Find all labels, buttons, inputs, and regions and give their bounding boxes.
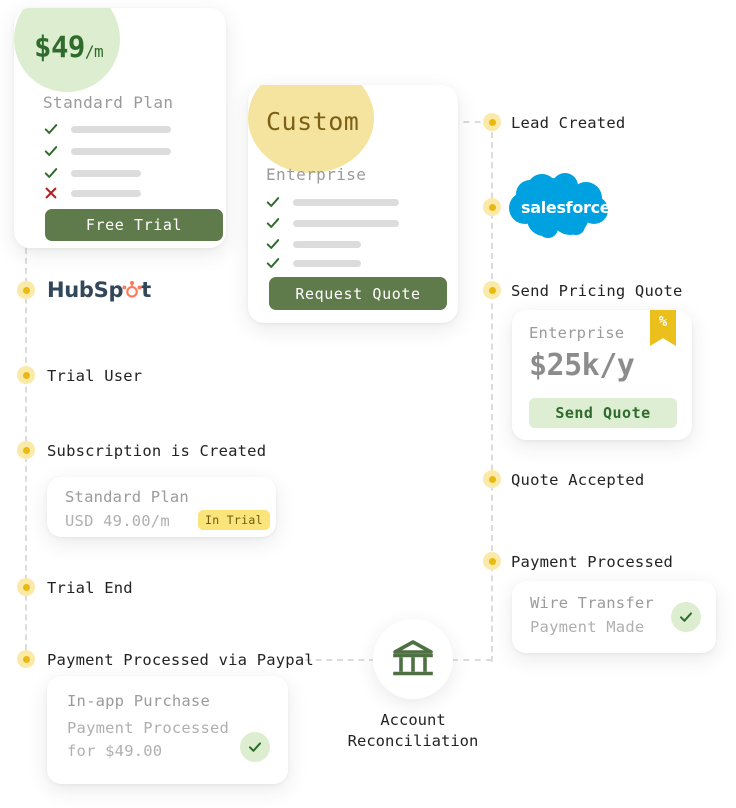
connector-paypal-to-bank [305,659,375,661]
custom-label: Custom [266,107,360,136]
step-label-send-pricing-quote: Send Pricing Quote [511,282,683,300]
check-icon [266,239,280,249]
purchase-line2: for $49.00 [67,742,163,760]
feature-bar [293,198,399,206]
salesforce-logo: salesforce [508,172,612,240]
feature-row [266,216,399,230]
step-label-lead-created: Lead Created [511,114,626,132]
account-reconciliation-line1: Account [380,711,446,729]
purchase-line1: Payment Processed [67,719,230,737]
subscription-plan-name: Standard Plan [65,488,189,506]
check-icon [680,612,692,622]
check-icon [44,124,58,134]
hubspot-logo: HubSp t [47,278,151,302]
send-quote-button[interactable]: Send Quote [529,398,677,428]
quote-plan-name: Enterprise [529,324,625,342]
check-icon [249,742,261,752]
check-icon [44,146,58,156]
timeline-dot-trial-user[interactable] [17,366,35,384]
timeline-dot-trial-end[interactable] [17,578,35,596]
timeline-dot-quote-accepted[interactable] [483,470,501,488]
account-reconciliation-node[interactable] [373,619,453,699]
timeline-dot-payment-paypal[interactable] [17,650,35,668]
feature-bar [293,259,361,267]
cross-icon [45,187,57,199]
feature-row [266,256,361,270]
hubspot-logo-text-b: t [141,278,151,302]
step-label-trial-end: Trial End [47,579,133,597]
feature-bar [71,147,171,155]
wire-subtitle: Payment Made [530,618,645,636]
quote-card[interactable]: % Enterprise $25k/y Send Quote [512,310,692,440]
feature-bar [293,240,361,248]
connector-bank-to-right [452,659,492,661]
ribbon-symbol: % [658,314,668,330]
feature-row [266,195,399,209]
feature-row [44,186,141,200]
feature-bar [71,125,171,133]
diagram-canvas: $49/m Standard Plan Free Trial Custom En… [0,0,736,808]
check-icon [44,168,58,178]
price-value: $49 [34,30,85,64]
check-icon [266,218,280,228]
timeline-dot-subscription-created[interactable] [17,441,35,459]
plan-name: Enterprise [266,165,367,184]
step-label-payment-processed: Payment Processed [511,553,674,571]
timeline-dot-payment-processed[interactable] [483,552,501,570]
wire-status-badge [671,602,701,632]
plan-name: Standard Plan [43,93,174,112]
timeline-dot-lead-created[interactable] [483,113,501,131]
feature-bar [293,219,399,227]
subscription-card[interactable]: Standard Plan USD 49.00/m In Trial [47,477,276,537]
price-amount: $49/m [34,30,104,64]
status-badge-in-trial: In Trial [198,510,270,530]
wire-title: Wire Transfer [530,594,654,612]
wire-transfer-card[interactable]: Wire Transfer Payment Made [512,581,716,653]
feature-row [266,237,361,251]
feature-bar [71,189,141,197]
check-icon [266,197,280,207]
feature-row [44,144,171,158]
hubspot-sprocket-icon [122,280,142,298]
account-reconciliation-line2: Reconciliation [347,732,479,750]
check-icon [266,258,280,268]
price-period: /m [84,42,104,61]
purchase-status-badge [240,732,270,762]
pricing-card-enterprise[interactable]: Custom Enterprise Request Quote [248,85,458,323]
feature-row [44,122,171,136]
step-label-trial-user: Trial User [47,367,143,385]
timeline-dot-hubspot[interactable] [17,281,35,299]
timeline-dot-send-pricing-quote[interactable] [483,281,501,299]
account-reconciliation-label: Account Reconciliation [313,710,513,752]
feature-bar [71,169,141,177]
step-label-payment-paypal: Payment Processed via Paypal [47,651,314,669]
in-app-purchase-card[interactable]: In-app Purchase Payment Processed for $4… [47,676,288,784]
quote-price: $25k/y [529,348,635,383]
free-trial-button[interactable]: Free Trial [45,209,223,241]
purchase-title: In-app Purchase [67,692,210,710]
subscription-price: USD 49.00/m [65,512,170,530]
pricing-card-standard[interactable]: $49/m Standard Plan Free Trial [14,8,226,248]
feature-row [44,166,141,180]
request-quote-button[interactable]: Request Quote [269,277,447,310]
discount-ribbon-icon: % [650,310,676,346]
timeline-dot-salesforce[interactable] [483,198,501,216]
bank-icon [393,640,433,676]
step-label-quote-accepted: Quote Accepted [511,471,645,489]
step-label-subscription-created: Subscription is Created [47,442,267,460]
salesforce-logo-text: salesforce [521,198,611,217]
hubspot-logo-text-a: HubSp [47,278,124,302]
